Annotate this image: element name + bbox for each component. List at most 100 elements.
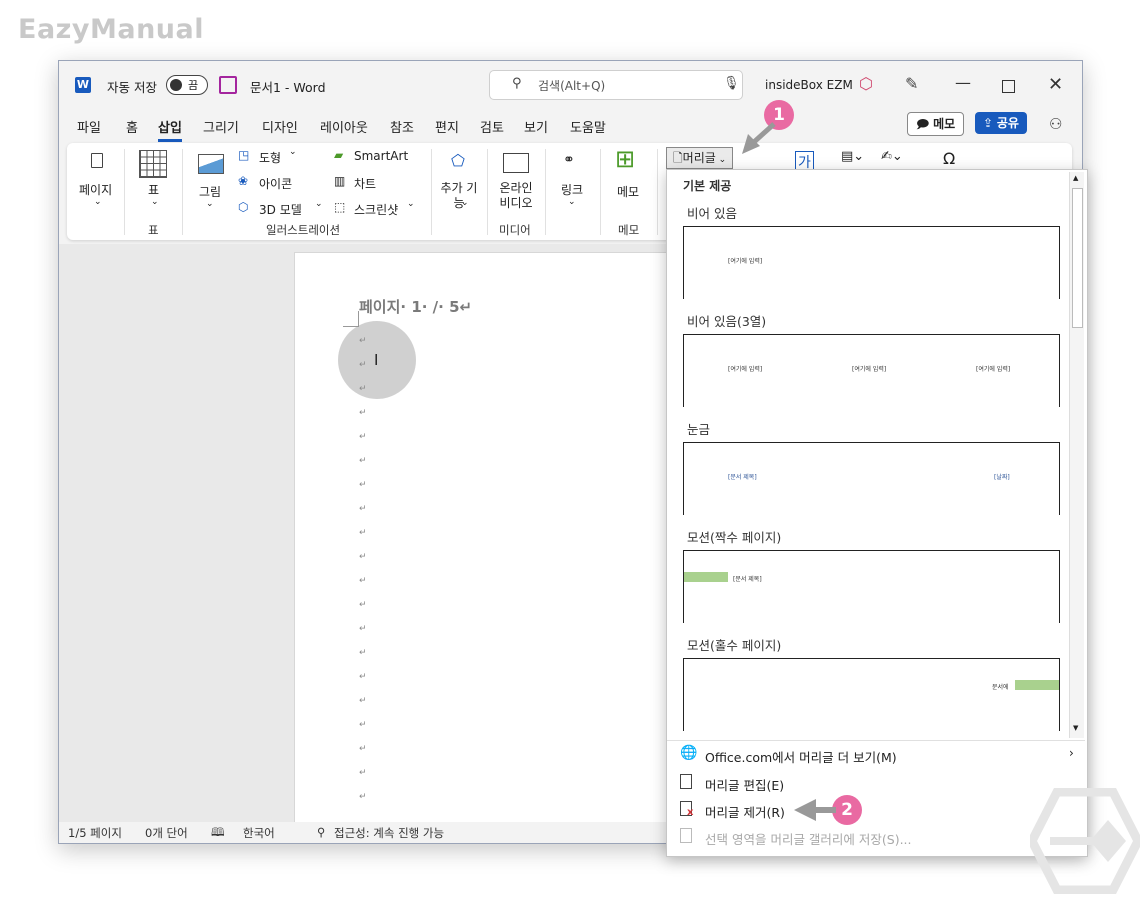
title-bar: W 자동 저장 끔 문서1 - Word ⚲ 검색(Alt+Q) 🎙 insid…	[59, 61, 1082, 109]
online-video-button[interactable]: 온라인 비디오	[498, 181, 534, 211]
paragraph-mark: ↵	[359, 792, 367, 802]
save-icon[interactable]	[219, 76, 237, 94]
gallery-placeholder: 문서에	[992, 684, 1009, 691]
gallery-placeholder: [날짜]	[994, 474, 1010, 481]
paragraph-mark: ↵	[359, 432, 367, 442]
pages-button[interactable]: 페이지	[79, 181, 112, 198]
shapes-dropdown-icon[interactable]: ⌄	[289, 147, 297, 157]
gallery-item-motion-even[interactable]: [문서 제목]	[683, 550, 1060, 623]
paragraph-mark: ↵	[359, 672, 367, 682]
step-1-arrow	[742, 122, 776, 154]
page-count[interactable]: 1/5 페이지	[68, 825, 122, 841]
tab-layout[interactable]: 레이아웃	[320, 117, 368, 136]
picture-icon[interactable]	[198, 154, 224, 174]
chevron-right-icon: ›	[1069, 746, 1074, 760]
search-box[interactable]: ⚲ 검색(Alt+Q) 🎙	[489, 70, 743, 100]
gallery-placeholder: [여기에 입력]	[728, 258, 763, 265]
paragraph-mark: ↵	[359, 480, 367, 490]
3d-model-dropdown-icon[interactable]: ⌄	[315, 199, 323, 209]
gallery-item-blank[interactable]: [여기에 입력]	[683, 226, 1060, 299]
tab-home[interactable]: 홈	[126, 117, 138, 136]
tab-file[interactable]: 파일	[77, 117, 101, 136]
addins-dropdown-icon[interactable]: ⌄	[461, 198, 469, 208]
maximize-button[interactable]	[1002, 80, 1015, 93]
chart-button[interactable]: 차트	[354, 175, 376, 192]
remove-header-item[interactable]: x 머리글 제거(R)	[667, 797, 1085, 823]
gallery-placeholder: [여기에 입력]	[728, 366, 763, 373]
table-dropdown-icon[interactable]: ⌄	[151, 197, 159, 207]
scroll-up-icon[interactable]: ▲	[1073, 174, 1078, 182]
tab-view[interactable]: 보기	[524, 117, 548, 136]
link-dropdown-icon[interactable]: ⌄	[568, 197, 576, 207]
tab-review[interactable]: 검토	[480, 117, 504, 136]
picture-button[interactable]: 그림	[199, 183, 221, 200]
gallery-scrollbar[interactable]: ▲ ▼	[1069, 172, 1084, 738]
tab-insert[interactable]: 삽입	[158, 117, 182, 142]
scroll-thumb[interactable]	[1072, 188, 1083, 328]
language-status[interactable]: 한국어	[243, 825, 275, 841]
document-page[interactable]: 페이지· 1· /· 5↵ I ↵ ↵ ↵ ↵ ↵ ↵ ↵ ↵ ↵ ↵ ↵ ↵ …	[294, 252, 676, 824]
smartart-button[interactable]: SmartArt	[354, 149, 408, 163]
gallery-item-blank-three-column[interactable]: [여기에 입력] [여기에 입력] [여기에 입력]	[683, 334, 1060, 407]
pages-dropdown-icon[interactable]: ⌄	[94, 197, 102, 207]
gallery-placeholder: [문서 제목]	[733, 576, 762, 583]
paragraph-mark: ↵	[359, 648, 367, 658]
tab-help[interactable]: 도움말	[570, 117, 606, 136]
screenshot-button[interactable]: 스크린샷	[354, 201, 398, 218]
online-video-icon[interactable]	[503, 153, 529, 173]
paragraph-mark: ↵	[359, 528, 367, 538]
header-button-label: 머리글	[682, 151, 716, 165]
picture-dropdown-icon[interactable]: ⌄	[206, 199, 214, 209]
proofing-icon[interactable]: 🕮	[211, 825, 225, 844]
more-headers-office-item[interactable]: 🌐 Office.com에서 머리글 더 보기(M) ›	[667, 742, 1085, 768]
signature-icon[interactable]: ✍⌄	[881, 149, 903, 164]
paragraph-mark: ↵	[359, 336, 367, 346]
symbol-icon[interactable]: Ω	[943, 149, 955, 168]
quickparts-icon[interactable]: ▤⌄	[841, 149, 864, 164]
autosave-toggle[interactable]: 끔	[166, 75, 208, 95]
paragraph-mark: ↵	[359, 768, 367, 778]
word-count[interactable]: 0개 단어	[145, 825, 188, 841]
shapes-button[interactable]: 도형	[259, 149, 281, 166]
screenshot-dropdown-icon[interactable]: ⌄	[407, 199, 415, 209]
paragraph-mark: ↵	[359, 720, 367, 730]
accessibility-status[interactable]: 접근성: 계속 진행 가능	[334, 825, 444, 841]
tab-references[interactable]: 참조	[390, 117, 414, 136]
gallery-item-grid[interactable]: [문서 제목] [날짜]	[683, 442, 1060, 515]
globe-icon: 🌐	[680, 745, 698, 761]
separator	[431, 149, 432, 235]
link-button[interactable]: 링크	[561, 181, 583, 198]
present-icon[interactable]: ⚇	[1049, 115, 1062, 133]
header-button[interactable]: 🗋머리글 ⌄	[666, 147, 734, 169]
paragraph-mark: ↵	[359, 456, 367, 466]
minimize-button[interactable]: —	[955, 73, 971, 92]
paragraph-mark: ↵	[359, 576, 367, 586]
tab-mailings[interactable]: 편지	[435, 117, 459, 136]
table-icon[interactable]	[139, 150, 167, 178]
addins-button[interactable]: 추가 기능	[440, 181, 478, 211]
edit-header-item[interactable]: 머리글 편집(E)	[667, 770, 1085, 796]
3d-model-button[interactable]: 3D 모델	[259, 201, 302, 218]
tab-draw[interactable]: 그리기	[203, 117, 239, 136]
gallery-placeholder: [문서 제목]	[728, 474, 757, 481]
tab-design[interactable]: 디자인	[262, 117, 298, 136]
scroll-down-icon[interactable]: ▼	[1073, 724, 1078, 732]
table-button[interactable]: 표	[148, 181, 159, 198]
save-to-gallery-icon	[680, 828, 692, 843]
gallery-item-motion-odd[interactable]: 문서에	[683, 658, 1060, 731]
icons-button[interactable]: 아이콘	[259, 175, 292, 192]
menu-item-label: Office.com에서 머리글 더 보기(M)	[705, 750, 897, 765]
gallery-placeholder: [여기에 입력]	[852, 366, 887, 373]
close-button[interactable]: ✕	[1048, 74, 1063, 95]
user-name[interactable]: insideBox EZM	[765, 78, 853, 92]
user-avatar-icon[interactable]: ⬡	[859, 74, 873, 93]
text-cursor-icon: I	[374, 351, 379, 369]
new-comment-button[interactable]: 메모	[617, 183, 639, 200]
memo-button[interactable]: 🗩 메모	[907, 112, 965, 136]
share-button[interactable]: ⇪ 공유	[975, 112, 1027, 134]
microphone-icon[interactable]: 🎙	[723, 76, 740, 91]
motion-bar	[1015, 680, 1059, 690]
paragraph-mark: ↵	[359, 504, 367, 514]
designer-wand-icon[interactable]: ✎	[905, 74, 918, 93]
paragraph-mark: ↵	[359, 696, 367, 706]
